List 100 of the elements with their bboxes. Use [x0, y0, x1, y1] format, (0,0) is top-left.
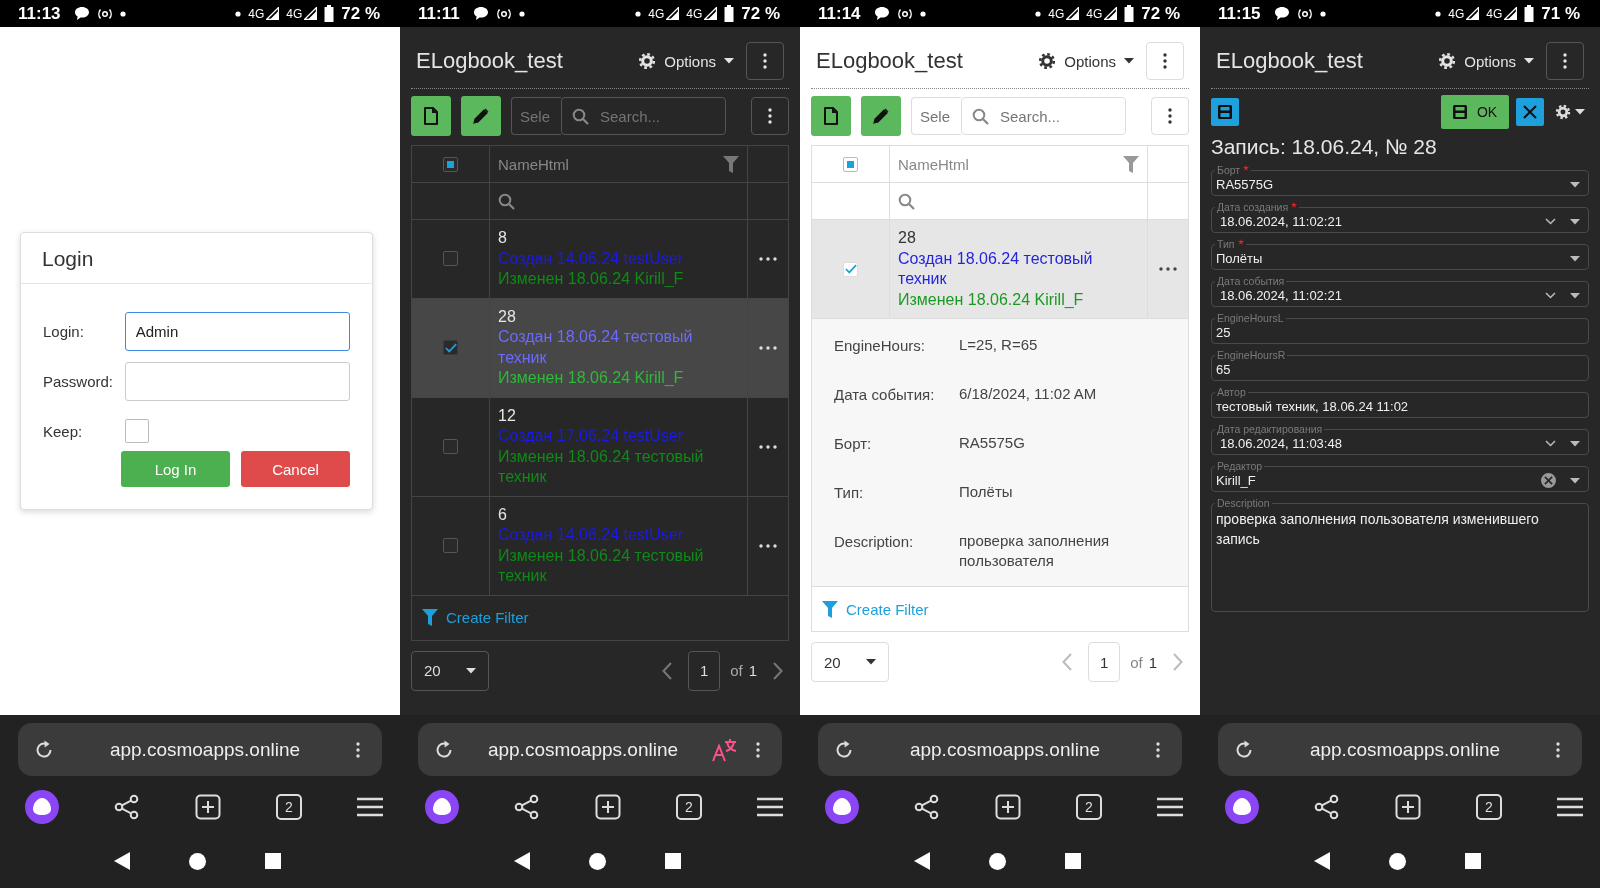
home-icon: [989, 852, 1006, 870]
reload-icon: [834, 739, 854, 760]
date-field[interactable]: Дата редактирования 18.06.2024, 11:03:48: [1211, 424, 1589, 455]
create-filter-button[interactable]: Create Filter: [422, 609, 529, 626]
network-type: 4G: [1048, 6, 1065, 21]
chat-icon: [472, 6, 489, 21]
assistant-icon: [825, 790, 859, 824]
address-bar[interactable]: app.cosmoapps.online: [1218, 723, 1582, 776]
options-button[interactable]: Options: [638, 52, 734, 70]
notification-dot-icon: [919, 10, 926, 17]
more-icon: [356, 741, 360, 758]
search-icon: [498, 192, 515, 210]
status-time: 11:11: [418, 3, 460, 24]
date-field[interactable]: Дата создания 18.06.2024, 11:02:21: [1211, 202, 1589, 233]
select-field[interactable]: Редактор Kirill_F: [1211, 461, 1589, 492]
url-text: app.cosmoapps.online: [486, 738, 680, 761]
column-header[interactable]: NameHtml: [898, 155, 969, 173]
modified-text: Изменен 18.06.24 тестовый техник: [498, 545, 705, 586]
detail-value: RA5575G: [959, 433, 1026, 453]
more-icon: [1563, 53, 1567, 69]
signal-icon: [1066, 7, 1080, 20]
record-number: 28: [498, 306, 516, 327]
caret-icon: [1570, 181, 1580, 188]
share-icon: [114, 794, 140, 820]
save-icon: [1218, 105, 1232, 119]
ok-button[interactable]: OK: [1441, 95, 1509, 129]
select-field[interactable]: Борт RA5575G: [1211, 165, 1589, 196]
more-button[interactable]: [1546, 42, 1584, 80]
edit-button[interactable]: [461, 96, 501, 136]
chevron-right-icon: [1173, 653, 1183, 671]
notification-dot-icon: [119, 10, 126, 17]
table-row[interactable]: 8 Создан 14.06.24 testUser Изменен 18.06.24 Kirill_F: [412, 220, 788, 299]
page-field[interactable]: 1: [1088, 642, 1121, 682]
new-button[interactable]: [411, 96, 451, 136]
share-icon: [514, 794, 540, 820]
select-field[interactable]: Sele: [511, 97, 561, 135]
more-icon: [1163, 53, 1167, 69]
url-text: app.cosmoapps.online: [908, 738, 1102, 761]
checkbox[interactable]: [443, 340, 458, 355]
options-button[interactable]: Options: [1038, 52, 1134, 70]
back-icon: [914, 852, 931, 870]
header-checkbox[interactable]: [843, 156, 858, 172]
page-field[interactable]: 1: [688, 650, 721, 691]
text-field[interactable]: EngineHoursL 25: [1211, 313, 1589, 344]
assistant-icon: [1225, 790, 1259, 824]
checkbox[interactable]: [443, 251, 458, 267]
table-row[interactable]: 12 Создан 17.06.24 testUser Изменен 18.06.24 тестовый техник: [412, 397, 788, 497]
filter-icon: [822, 600, 838, 618]
text-area[interactable]: Description проверка заполнения пользователя изменившего запись: [1211, 498, 1589, 612]
tabs-button[interactable]: 2: [1076, 794, 1102, 820]
tabs-button[interactable]: 2: [276, 794, 302, 820]
header-checkbox[interactable]: [443, 156, 458, 172]
text-field[interactable]: EngineHoursR 65: [1211, 350, 1589, 381]
tabs-button[interactable]: 2: [1476, 794, 1502, 820]
more-button[interactable]: [751, 97, 789, 135]
signal-icon: [666, 7, 680, 20]
options-button[interactable]: Options: [1438, 52, 1534, 70]
select-field[interactable]: Тип Полёты: [1211, 239, 1589, 270]
settings-icon: [1038, 52, 1057, 70]
more-icon: [759, 444, 777, 449]
network-type: 4G: [1448, 6, 1465, 21]
recents-icon: [264, 853, 281, 869]
more-button[interactable]: [746, 42, 784, 80]
column-header[interactable]: NameHtml: [498, 155, 569, 173]
url-text: app.cosmoapps.online: [1308, 738, 1502, 761]
battery-icon: [1524, 5, 1535, 22]
more-icon: [1159, 267, 1177, 271]
new-button[interactable]: [811, 96, 851, 136]
address-bar[interactable]: app.cosmoapps.online: [818, 723, 1182, 776]
tabs-button[interactable]: 2: [676, 794, 702, 820]
date-field[interactable]: Дата события 18.06.2024, 11:02:21: [1211, 276, 1589, 307]
filter-icon: [1123, 155, 1139, 173]
password-field[interactable]: [124, 361, 350, 401]
detail-label: Дата события:: [834, 386, 936, 403]
table-row[interactable]: 6 Создан 14.06.24 testUser Изменен 18.06.24 тестовый техник: [412, 496, 788, 596]
created-text: Создан 17.06.24 testUser: [498, 426, 684, 446]
notification-dot-icon: [518, 10, 525, 17]
login-field[interactable]: Admin: [124, 311, 350, 351]
edit-button[interactable]: [861, 96, 901, 136]
record-number: 28: [898, 228, 916, 248]
more-icon: [1168, 108, 1172, 124]
search-field[interactable]: Search...: [561, 97, 726, 135]
more-icon: [763, 53, 767, 69]
address-bar[interactable]: app.cosmoapps.online: [18, 723, 382, 776]
table-row[interactable]: 28 Создан 18.06.24 тестовый техник Изменен 18.06.24 Kirill_F: [812, 220, 1188, 319]
close-button[interactable]: [1516, 98, 1544, 126]
text-field[interactable]: Автор тестовый техник, 18.06.24 11:02: [1211, 387, 1589, 418]
close-icon: [1523, 105, 1537, 119]
checkbox[interactable]: [443, 538, 458, 553]
save-icon: [1452, 105, 1467, 119]
table-row[interactable]: 28 Создан 18.06.24 тестовый техник Изменен 18.06.24 Kirill_F: [412, 298, 788, 398]
address-bar[interactable]: app.cosmoapps.online: [418, 723, 782, 776]
clear-icon: [1541, 473, 1556, 488]
page-size-dropdown[interactable]: 20: [811, 642, 889, 682]
save-button[interactable]: [1211, 98, 1239, 126]
network-type: 4G: [248, 6, 265, 21]
cancel-button[interactable]: Cancel: [241, 451, 350, 487]
page-size-dropdown[interactable]: 20: [411, 650, 489, 691]
checkbox[interactable]: [443, 439, 458, 454]
checkbox[interactable]: [125, 419, 149, 443]
